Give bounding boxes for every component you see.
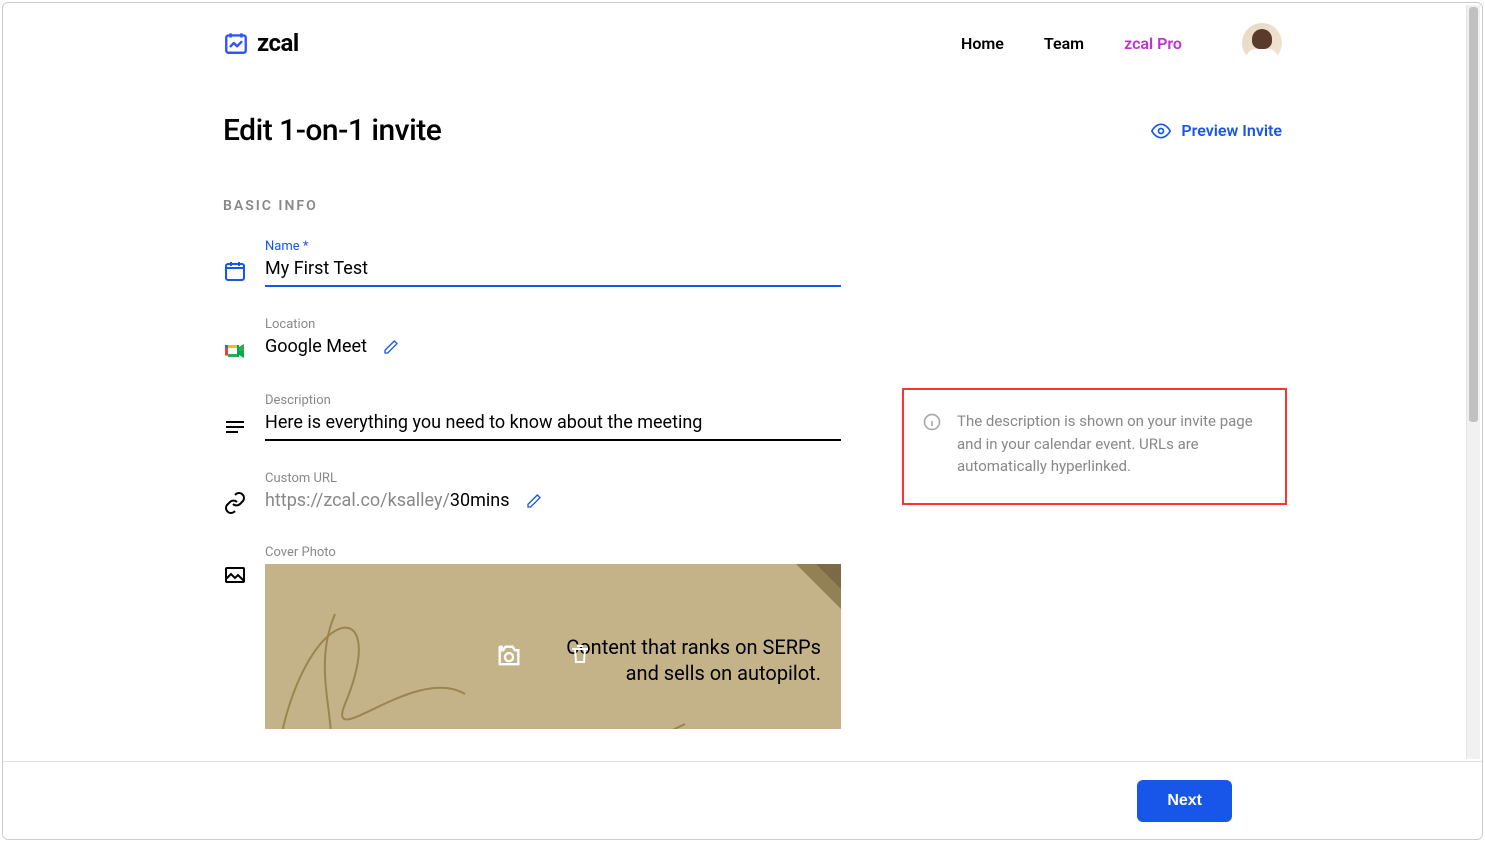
- logo-calendar-icon: [223, 30, 249, 56]
- link-icon: [223, 491, 247, 515]
- text-lines-icon: [223, 415, 247, 439]
- name-label: Name *: [265, 239, 841, 254]
- name-input[interactable]: [265, 258, 841, 279]
- google-meet-icon: [223, 339, 247, 363]
- field-location: Location Google Meet: [223, 317, 1282, 363]
- section-basic-info: BASIC INFO: [223, 198, 1282, 214]
- app-window: zcal Home Team zcal Pro Edit 1-on-1 invi…: [2, 2, 1483, 840]
- preview-invite-link[interactable]: Preview Invite: [1151, 121, 1282, 141]
- edit-url-icon[interactable]: [526, 493, 542, 509]
- custom-url-prefix: https://zcal.co/ksalley/: [265, 490, 450, 511]
- footer-bar: Next: [3, 761, 1482, 839]
- cover-photo[interactable]: Content that ranks on SERPs and sells on…: [265, 564, 841, 729]
- description-info-callout: The description is shown on your invite …: [902, 388, 1287, 505]
- custom-url-label: Custom URL: [265, 471, 841, 486]
- avatar[interactable]: [1242, 23, 1282, 63]
- cover-photo-label: Cover Photo: [265, 545, 841, 560]
- delete-photo-icon[interactable]: [568, 642, 592, 666]
- custom-url-slug: 30mins: [450, 490, 510, 511]
- image-icon: [223, 563, 247, 587]
- cover-tagline: Content that ranks on SERPs and sells on…: [566, 634, 821, 686]
- upload-photo-icon[interactable]: [495, 642, 523, 670]
- nav-team[interactable]: Team: [1044, 34, 1084, 53]
- info-callout-text: The description is shown on your invite …: [957, 410, 1267, 478]
- nav-home[interactable]: Home: [961, 34, 1004, 53]
- info-icon: [922, 412, 942, 432]
- page-title: Edit 1-on-1 invite: [223, 113, 441, 148]
- header: zcal Home Team zcal Pro: [3, 3, 1482, 83]
- eye-icon: [1151, 121, 1171, 141]
- next-button[interactable]: Next: [1137, 780, 1232, 822]
- edit-location-icon[interactable]: [383, 339, 399, 355]
- nav-pro[interactable]: zcal Pro: [1124, 34, 1182, 53]
- logo[interactable]: zcal: [223, 29, 299, 57]
- logo-text: zcal: [257, 29, 299, 57]
- title-row: Edit 1-on-1 invite Preview Invite: [223, 113, 1282, 148]
- description-label: Description: [265, 393, 841, 408]
- calendar-icon: [223, 259, 247, 283]
- location-value: Google Meet: [265, 336, 367, 357]
- preview-invite-label: Preview Invite: [1181, 121, 1282, 140]
- scrollbar-thumb[interactable]: [1469, 7, 1478, 422]
- scrollbar[interactable]: [1466, 5, 1480, 759]
- description-input[interactable]: [265, 412, 841, 433]
- field-cover-photo: Cover Photo Content that ranks on SERPs …: [223, 545, 1282, 729]
- field-name: Name *: [223, 239, 1282, 287]
- location-label: Location: [265, 317, 841, 332]
